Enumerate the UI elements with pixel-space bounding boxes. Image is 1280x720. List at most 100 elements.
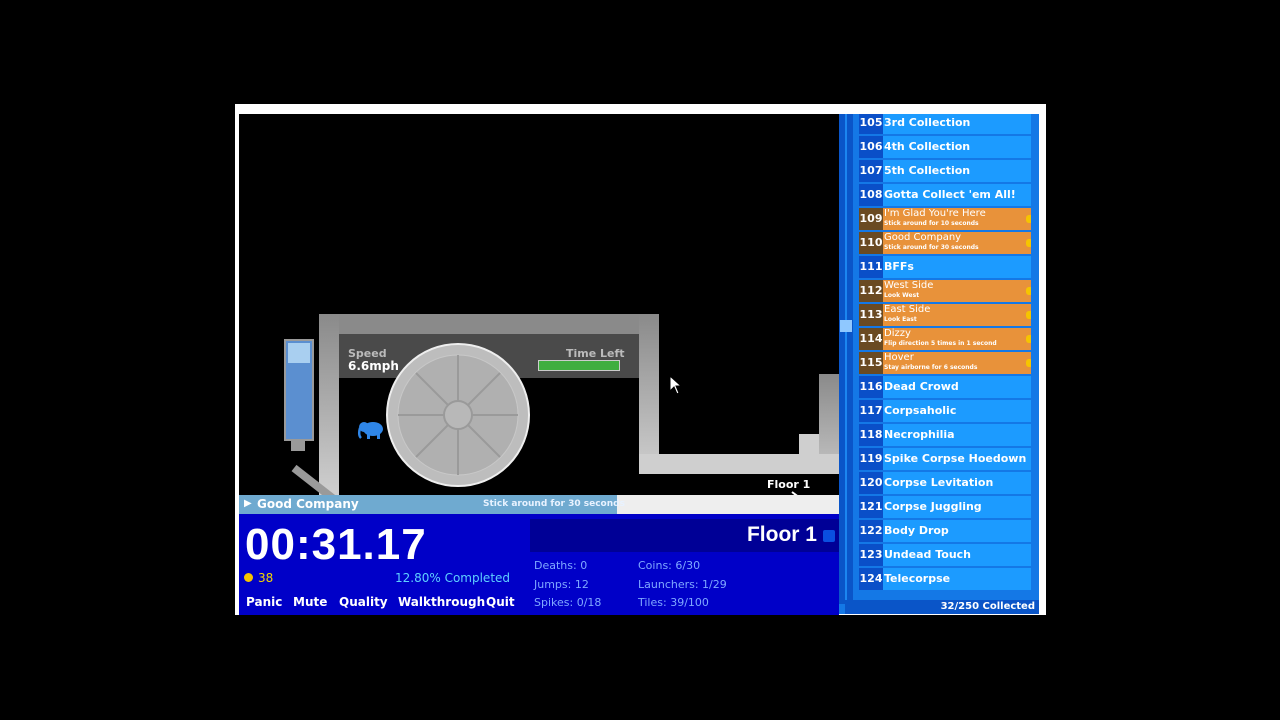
hud-right-panel: Floor 1 Deaths: 0 Jumps: 12 Spikes: 0/18…	[526, 514, 839, 615]
achievement-title: Spike Corpse Hoedown	[884, 452, 1027, 465]
floor-sign: Floor 1	[767, 478, 839, 495]
achievement-row[interactable]: 113 East Side Look East	[859, 304, 1031, 326]
achievement-coin-icon	[1026, 287, 1031, 295]
achievement-title: BFFs	[884, 260, 914, 273]
achievement-row[interactable]: 124 Telecorpse	[859, 568, 1031, 590]
achievement-row[interactable]: 115 Hover Stay airborne for 6 seconds	[859, 352, 1031, 374]
achievement-number: 121	[859, 496, 883, 518]
right-pillar	[639, 314, 659, 474]
achievement-coin-icon	[1026, 359, 1031, 367]
spikes-stat: Spikes: 0/18	[534, 596, 602, 609]
achievement-row[interactable]: 106 4th Collection	[859, 136, 1031, 158]
coin-count: 38	[258, 571, 274, 585]
achievement-banner: ▶ Good Company Stick around for 30 secon…	[239, 495, 839, 514]
water-tank	[284, 339, 314, 441]
achievement-coin-icon	[1026, 239, 1031, 247]
achievement-number: 117	[859, 400, 883, 422]
achievement-title: Body Drop	[884, 524, 949, 537]
collected-count: 32/250 Collected	[845, 600, 1039, 614]
achievement-row[interactable]: 111 BFFs	[859, 256, 1031, 278]
achievement-subtitle: Look West	[884, 292, 920, 299]
achievement-row[interactable]: 123 Undead Touch	[859, 544, 1031, 566]
achievement-title: Necrophilia	[884, 428, 955, 441]
achievement-number: 123	[859, 544, 883, 566]
quality-button[interactable]: Quality	[339, 595, 388, 609]
achievement-title: Telecorpse	[884, 572, 951, 585]
tiles-stat: Tiles: 39/100	[638, 596, 709, 609]
achievement-title: Dizzy	[884, 328, 911, 339]
achievement-coin-icon	[1026, 215, 1031, 223]
sidebar-scroll-thumb[interactable]	[840, 320, 852, 332]
coins-stat: Coins: 6/30	[638, 559, 701, 572]
achievement-row[interactable]: 110 Good Company Stick around for 30 secon…	[859, 232, 1031, 254]
achievements-sidebar: 105 3rd Collection 106 4th Collection 107 5th…	[839, 114, 1039, 614]
launchers-stat: Launchers: 1/29	[638, 578, 727, 591]
achievement-row[interactable]: 116 Dead Crowd	[859, 376, 1031, 398]
time-left-bar	[538, 360, 620, 371]
achievement-number: 113	[859, 304, 883, 326]
floor-banner: Floor 1	[530, 519, 839, 552]
achievement-title: I'm Glad You're Here	[884, 208, 986, 219]
achievement-title: Undead Touch	[884, 548, 972, 561]
walkthrough-button[interactable]: Walkthrough	[398, 595, 485, 609]
achievement-row[interactable]: 118 Necrophilia	[859, 424, 1031, 446]
achievement-row[interactable]: 120 Corpse Levitation	[859, 472, 1031, 494]
play-triangle-icon: ▶	[244, 498, 252, 509]
sidebar-scrollbar[interactable]	[839, 114, 853, 604]
achievement-row[interactable]: 122 Body Drop	[859, 520, 1031, 542]
achievement-row[interactable]: 107 5th Collection	[859, 160, 1031, 182]
achievement-number: 108	[859, 184, 883, 206]
run-timer: 00:31.17	[245, 520, 427, 569]
achievement-number: 106	[859, 136, 883, 158]
game-viewport[interactable]: Speed 6.6mph Time Left Floor 1	[239, 114, 839, 495]
achievement-number: 112	[859, 280, 883, 302]
achievement-number: 119	[859, 448, 883, 470]
achievement-number: 124	[859, 568, 883, 590]
achievement-number: 107	[859, 160, 883, 182]
mouse-cursor	[669, 375, 683, 395]
hud-left-panel: 00:31.17 38 12.80% Completed Panic Mute …	[239, 514, 526, 615]
achievement-row[interactable]: 119 Spike Corpse Hoedown	[859, 448, 1031, 470]
elephant-player	[357, 422, 383, 439]
achievement-coin-icon	[1026, 335, 1031, 343]
achievement-row[interactable]: 117 Corpsaholic	[859, 400, 1031, 422]
achievement-subtitle: Stick around for 30 seconds	[884, 244, 979, 251]
achievement-row[interactable]: 114 Dizzy Flip direction 5 times in 1 seco…	[859, 328, 1031, 350]
panic-button[interactable]: Panic	[246, 595, 282, 609]
hamster-wheel	[386, 343, 530, 487]
achievement-number: 122	[859, 520, 883, 542]
achievement-number: 110	[859, 232, 883, 254]
achievement-title: East Side	[884, 304, 931, 315]
floor-sign-label: Floor 1	[767, 478, 811, 491]
achievement-title: West Side	[884, 280, 934, 291]
achievement-title: Good Company	[884, 232, 962, 243]
achievement-description: Stick around for 30 seconds	[483, 499, 625, 509]
achievement-row[interactable]: 109 I'm Glad You're Here Stick around for …	[859, 208, 1031, 230]
jumps-stat: Jumps: 12	[534, 578, 589, 591]
achievement-title: Hover	[884, 352, 914, 363]
achievement-row[interactable]: 108 Gotta Collect 'em All!	[859, 184, 1031, 206]
pipe	[291, 441, 305, 451]
achievement-title: Dead Crowd	[884, 380, 959, 393]
achievement-subtitle: Stick around for 10 seconds	[884, 220, 979, 227]
achievement-number: 109	[859, 208, 883, 230]
left-wall	[319, 314, 339, 495]
achievement-title: Corpse Levitation	[884, 476, 994, 489]
achievement-row[interactable]: 121 Corpse Juggling	[859, 496, 1031, 518]
achievement-title: 5th Collection	[884, 164, 971, 177]
achievement-row[interactable]: 112 West Side Look West	[859, 280, 1031, 302]
achievement-coin-icon	[1026, 311, 1031, 319]
achievement-title: 4th Collection	[884, 140, 971, 153]
achievement-number: 115	[859, 352, 883, 374]
achievement-name: Good Company	[257, 497, 359, 511]
achievement-title: Corpse Juggling	[884, 500, 982, 513]
quit-button[interactable]: Quit	[486, 595, 515, 609]
achievement-title: 3rd Collection	[884, 116, 971, 129]
achievement-number: 114	[859, 328, 883, 350]
time-left-label: Time Left	[566, 347, 625, 360]
achievement-row[interactable]: 105 3rd Collection	[859, 114, 1031, 134]
mute-button[interactable]: Mute	[293, 595, 327, 609]
achievement-number: 105	[859, 114, 883, 134]
achievement-subtitle: Look East	[884, 316, 917, 323]
achievement-title: Corpsaholic	[884, 404, 957, 417]
